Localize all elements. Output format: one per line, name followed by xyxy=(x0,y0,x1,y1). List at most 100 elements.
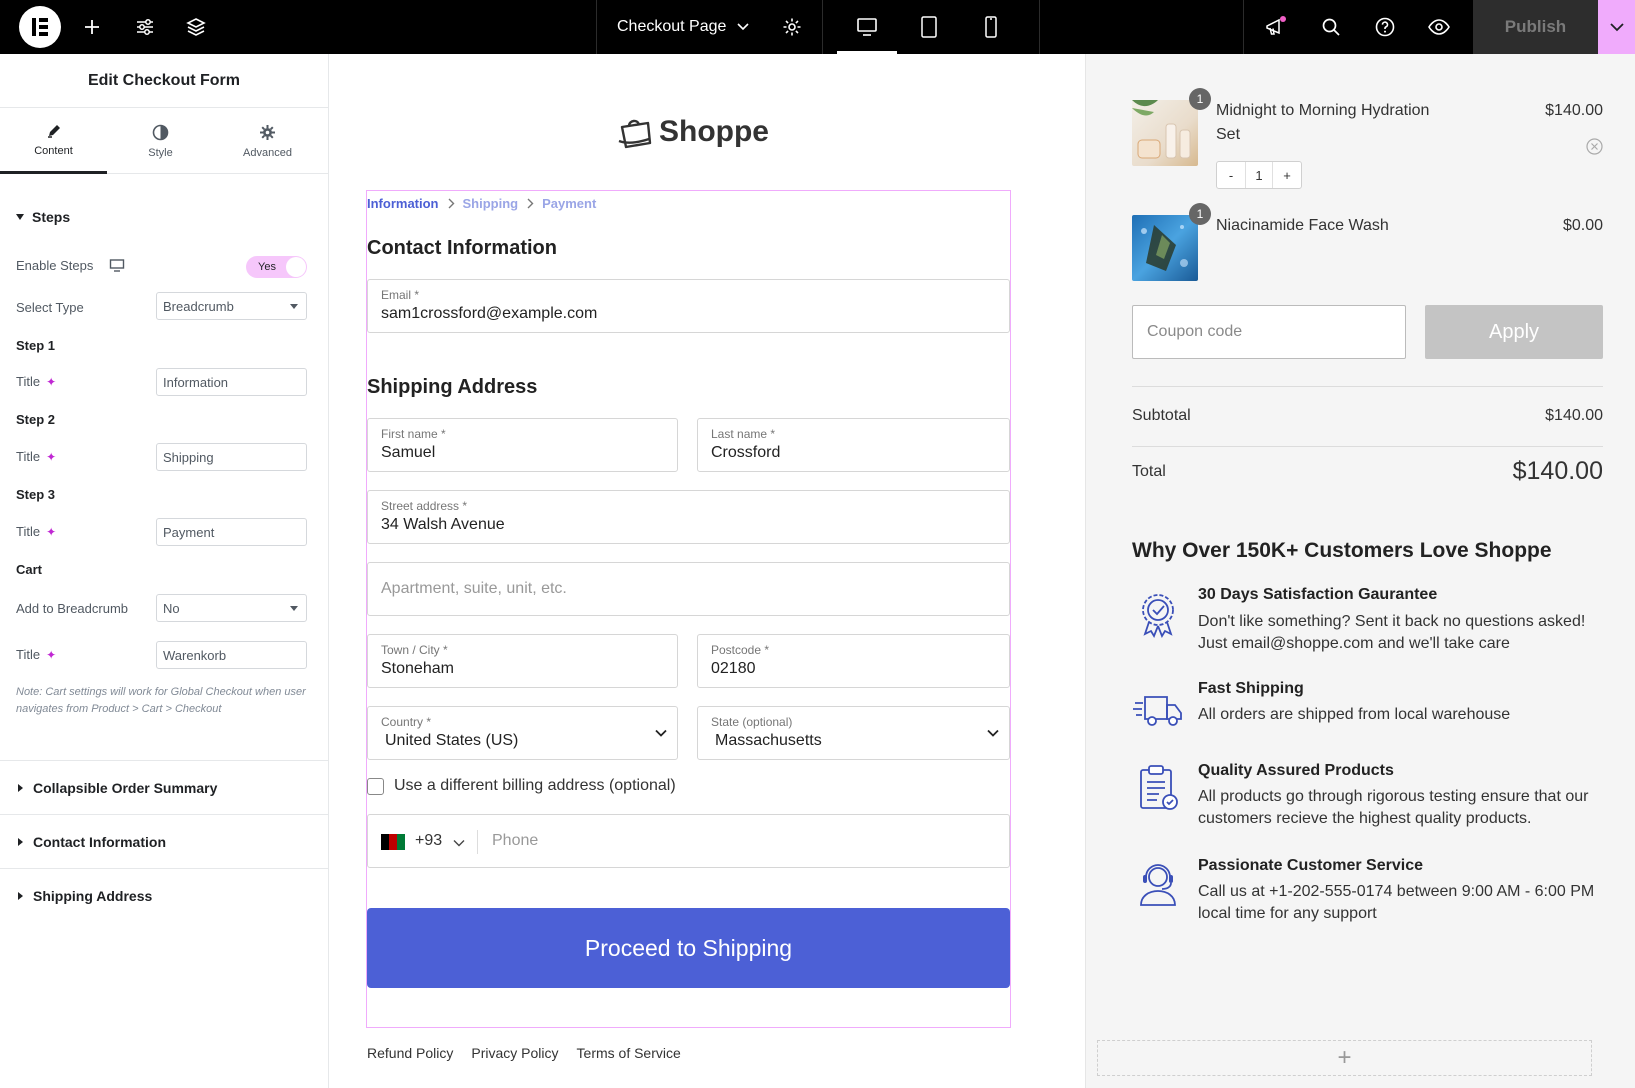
caret-right-icon xyxy=(18,783,23,792)
chevron-down-icon xyxy=(655,729,667,737)
terms-of-service-link[interactable]: Terms of Service xyxy=(577,1045,681,1061)
feature-description: Don't like something? Sent it back no qu… xyxy=(1198,613,1586,652)
ai-sparkle-icon[interactable]: ✦ xyxy=(46,525,56,539)
section-steps-toggle[interactable]: Steps xyxy=(16,209,70,225)
plus-icon[interactable] xyxy=(78,13,106,41)
street-address-field[interactable]: Street address * 34 Walsh Avenue xyxy=(367,490,1010,544)
last-name-value: Crossford xyxy=(711,444,781,461)
last-name-field[interactable]: Last name * Crossford xyxy=(697,418,1010,472)
product-price: $140.00 xyxy=(1545,102,1603,119)
accordion-label: Contact Information xyxy=(33,833,166,850)
mobile-icon[interactable] xyxy=(977,13,1005,41)
state-select[interactable]: State (optional) Massachusetts xyxy=(697,706,1010,760)
privacy-policy-link[interactable]: Privacy Policy xyxy=(471,1045,558,1061)
accordion-collapsible-order-summary[interactable]: Collapsible Order Summary xyxy=(0,760,328,814)
why-customers-heading: Why Over 150K+ Customers Love Shoppe xyxy=(1132,539,1552,562)
decrease-qty-button[interactable]: - xyxy=(1217,162,1245,188)
phone-field[interactable]: +93 Phone xyxy=(367,814,1010,868)
tab-label: Advanced xyxy=(243,146,292,159)
step3-title-input[interactable]: Payment xyxy=(156,518,307,546)
enable-steps-text: Enable Steps xyxy=(16,258,94,273)
ai-sparkle-icon[interactable]: ✦ xyxy=(46,375,56,389)
megaphone-icon[interactable] xyxy=(1262,13,1290,41)
gear-icon[interactable] xyxy=(778,13,806,41)
caret-right-icon xyxy=(18,891,23,900)
add-section-button[interactable]: + xyxy=(1097,1040,1592,1076)
phone-divider xyxy=(477,830,478,854)
pencil-icon xyxy=(47,124,60,138)
breadcrumb-information[interactable]: Information xyxy=(367,196,439,211)
breadcrumb-shipping[interactable]: Shipping xyxy=(463,196,519,211)
toggle-knob xyxy=(286,257,306,277)
select-type-value: Breadcrumb xyxy=(163,298,234,314)
layers-icon[interactable] xyxy=(182,13,210,41)
topbar-utilities xyxy=(1243,0,1473,54)
increase-qty-button[interactable]: + xyxy=(1273,162,1301,188)
country-select[interactable]: Country * United States (US) xyxy=(367,706,678,760)
step1-title-input[interactable]: Information xyxy=(156,368,307,396)
cart-title-input[interactable]: Warenkorb xyxy=(156,641,307,669)
postcode-field[interactable]: Postcode * 02180 xyxy=(697,634,1010,688)
step1-label: Step 1 xyxy=(16,338,56,353)
step2-label: Step 2 xyxy=(16,412,56,427)
enable-steps-toggle[interactable]: Yes xyxy=(246,256,307,278)
refund-policy-link[interactable]: Refund Policy xyxy=(367,1045,453,1061)
apartment-placeholder: Apartment, suite, unit, etc. xyxy=(381,580,567,597)
breadcrumb-payment[interactable]: Payment xyxy=(542,196,596,211)
billing-checkbox[interactable] xyxy=(367,777,384,795)
tab-style[interactable]: Style xyxy=(107,108,214,174)
footer-links: Refund Policy Privacy Policy Terms of Se… xyxy=(367,1045,681,1061)
phone-country-code[interactable]: +93 xyxy=(415,832,442,850)
feature-title: Fast Shipping xyxy=(1198,680,1304,697)
publish-options-button[interactable] xyxy=(1598,0,1635,54)
postcode-label: Postcode * xyxy=(711,643,770,657)
contact-information-heading: Contact Information xyxy=(367,237,557,259)
step1-title-label: Title ✦ xyxy=(16,374,56,389)
accordion-contact-information[interactable]: Contact Information xyxy=(0,814,328,868)
afghanistan-flag-icon[interactable] xyxy=(381,834,405,850)
add-breadcrumb-dropdown[interactable]: No xyxy=(156,594,307,622)
proceed-to-shipping-button[interactable]: Proceed to Shipping xyxy=(367,908,1010,988)
divider xyxy=(1132,386,1603,387)
settings-sliders-icon[interactable] xyxy=(131,13,159,41)
email-field[interactable]: Email * sam1crossford@example.com xyxy=(367,279,1010,333)
different-billing-option[interactable]: Use a different billing address (optiona… xyxy=(367,777,676,795)
tab-label: Content xyxy=(34,144,73,157)
step2-title-input[interactable]: Shipping xyxy=(156,443,307,471)
ai-sparkle-icon[interactable]: ✦ xyxy=(46,648,56,662)
elementor-logo-icon[interactable] xyxy=(19,6,61,48)
feature-description: All orders are shipped from local wareho… xyxy=(1198,706,1511,723)
city-field[interactable]: Town / City * Stoneham xyxy=(367,634,678,688)
search-icon[interactable] xyxy=(1317,13,1345,41)
publish-button[interactable]: Publish xyxy=(1473,0,1598,54)
page-title-dropdown[interactable]: Checkout Page xyxy=(596,0,801,54)
first-name-value: Samuel xyxy=(381,444,436,461)
tab-content[interactable]: Content xyxy=(0,108,107,174)
chevron-right-icon xyxy=(527,198,534,209)
quantity-stepper: - 1 + xyxy=(1216,161,1302,189)
remove-item-icon[interactable] xyxy=(1586,138,1603,155)
accordion-shipping-address[interactable]: Shipping Address xyxy=(0,868,328,922)
panel-tabs: Content Style Advanced xyxy=(0,108,328,174)
qty-value[interactable]: 1 xyxy=(1245,162,1273,188)
help-icon[interactable] xyxy=(1371,13,1399,41)
product-image-hydration-set xyxy=(1132,100,1198,166)
title-text: Title xyxy=(16,524,41,539)
tablet-icon[interactable] xyxy=(915,13,943,41)
add-breadcrumb-value: No xyxy=(163,600,180,616)
chevron-right-icon xyxy=(448,198,454,209)
apartment-field[interactable]: Apartment, suite, unit, etc. xyxy=(367,562,1010,616)
subtotal-value: $140.00 xyxy=(1545,407,1603,424)
first-name-field[interactable]: First name * Samuel xyxy=(367,418,678,472)
select-type-dropdown[interactable]: Breadcrumb xyxy=(156,292,307,320)
chevron-down-icon xyxy=(737,23,749,31)
first-name-label: First name * xyxy=(381,427,446,441)
apply-coupon-button[interactable]: Apply xyxy=(1425,305,1603,359)
tab-advanced[interactable]: Advanced xyxy=(214,108,321,174)
brand-name: Shoppe xyxy=(659,115,769,148)
contrast-icon xyxy=(152,124,169,140)
desktop-icon[interactable] xyxy=(837,13,897,54)
eye-icon[interactable] xyxy=(1425,13,1453,41)
coupon-code-input[interactable]: Coupon code xyxy=(1132,305,1406,359)
ai-sparkle-icon[interactable]: ✦ xyxy=(46,450,56,464)
